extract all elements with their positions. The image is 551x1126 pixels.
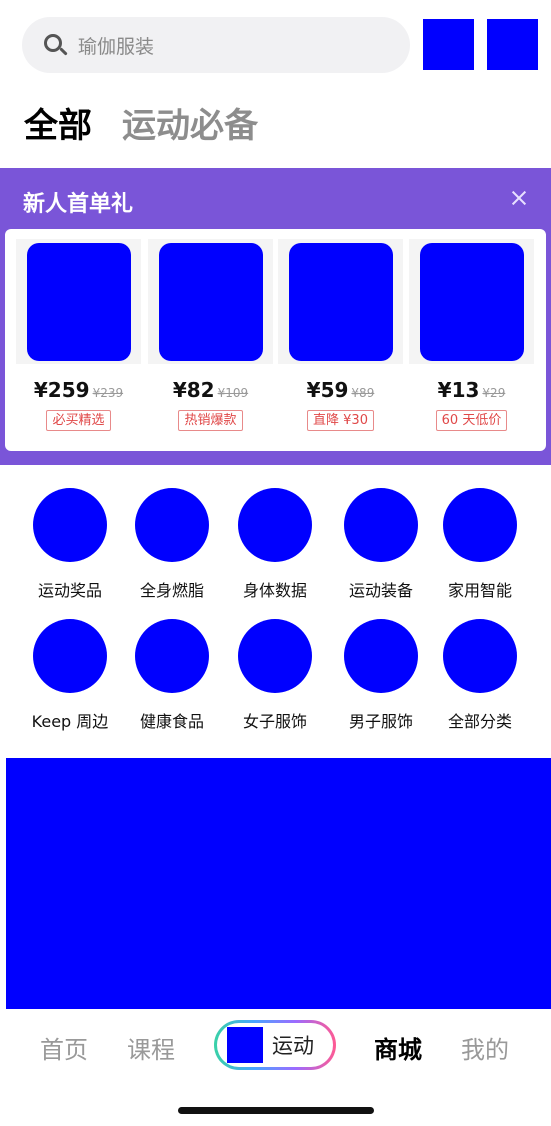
product-tag: 60 天低价 <box>435 410 508 431</box>
nav-me[interactable]: 我的 <box>461 1030 509 1065</box>
category-item[interactable]: 女子服饰 <box>225 619 325 732</box>
bottom-nav: 首页 课程 运动 商城 我的 <box>0 1012 551 1082</box>
product-image <box>26 242 131 361</box>
product-image <box>288 242 393 361</box>
category-label: 全身燃脂 <box>139 581 204 600</box>
top-action-button-1[interactable] <box>423 19 474 70</box>
category-item[interactable]: 运动奖品 <box>20 488 120 601</box>
category-label: 男子服饰 <box>348 712 413 731</box>
product-image-frame <box>278 239 403 364</box>
product-price: ¥59 <box>306 378 349 402</box>
top-bar: 瑜伽服装 <box>22 17 538 73</box>
category-label: 家用智能 <box>447 581 512 600</box>
category-item[interactable]: 全部分类 <box>430 619 530 732</box>
nav-sport[interactable]: 运动 <box>214 1020 336 1070</box>
product-old-price: ¥89 <box>351 386 375 400</box>
category-icon <box>344 619 418 693</box>
category-icon <box>443 619 517 693</box>
product-tag: 直降 ¥30 <box>307 410 374 431</box>
category-icon <box>33 488 107 562</box>
search-input[interactable]: 瑜伽服装 <box>22 17 410 73</box>
price-row: ¥13 ¥29 <box>438 378 506 402</box>
price-row: ¥59 ¥89 <box>307 378 375 402</box>
category-icon <box>135 488 209 562</box>
category-label: 女子服饰 <box>242 712 307 731</box>
category-icon <box>238 619 312 693</box>
search-placeholder: 瑜伽服装 <box>78 35 155 58</box>
nav-courses[interactable]: 课程 <box>127 1030 175 1065</box>
price-row: ¥82 ¥109 <box>173 378 248 402</box>
promo-title: 新人首单礼 <box>23 192 134 217</box>
promo-product-list: ¥259 ¥239 必买精选 ¥82 ¥109 热销爆款 ¥59 ¥89 直降 … <box>5 229 546 451</box>
category-label: Keep 周边 <box>31 712 109 731</box>
nav-home[interactable]: 首页 <box>40 1030 88 1065</box>
category-icon <box>238 488 312 562</box>
category-item[interactable]: 家用智能 <box>430 488 530 601</box>
nav-sport-inner: 运动 <box>217 1023 333 1067</box>
product-image <box>419 242 524 361</box>
sport-icon <box>227 1027 263 1063</box>
promo-product[interactable]: ¥259 ¥239 必买精选 <box>16 239 141 435</box>
product-image-frame <box>148 239 273 364</box>
category-label: 运动奖品 <box>37 581 102 600</box>
product-price: ¥82 <box>172 378 215 402</box>
tab-all[interactable]: 全部 <box>24 106 92 146</box>
home-indicator <box>178 1107 374 1114</box>
product-price: ¥13 <box>437 378 480 402</box>
product-old-price: ¥29 <box>482 386 506 400</box>
tab-sport-essentials[interactable]: 运动必备 <box>122 106 258 146</box>
category-item[interactable]: 运动装备 <box>331 488 431 601</box>
promo-product[interactable]: ¥82 ¥109 热销爆款 <box>148 239 273 435</box>
promo-product[interactable]: ¥13 ¥29 60 天低价 <box>409 239 534 435</box>
category-item[interactable]: 全身燃脂 <box>122 488 222 601</box>
featured-content[interactable] <box>6 758 551 1009</box>
product-tag: 热销爆款 <box>178 410 243 431</box>
category-icon <box>135 619 209 693</box>
product-price: ¥259 <box>33 378 90 402</box>
category-label: 全部分类 <box>447 712 512 731</box>
close-icon[interactable] <box>509 186 529 210</box>
product-old-price: ¥109 <box>217 386 249 400</box>
top-action-button-2[interactable] <box>487 19 538 70</box>
product-image <box>158 242 263 361</box>
product-image-frame <box>409 239 534 364</box>
category-icon <box>443 488 517 562</box>
product-old-price: ¥239 <box>92 386 124 400</box>
product-tag: 必买精选 <box>46 410 111 431</box>
category-item[interactable]: 身体数据 <box>225 488 325 601</box>
nav-mall[interactable]: 商城 <box>374 1030 422 1065</box>
category-item[interactable]: Keep 周边 <box>20 619 120 732</box>
nav-sport-label: 运动 <box>272 1034 314 1058</box>
category-label: 身体数据 <box>242 581 307 600</box>
category-label: 健康食品 <box>139 712 204 731</box>
category-label: 运动装备 <box>348 581 413 600</box>
category-item[interactable]: 健康食品 <box>122 619 222 732</box>
search-icon <box>42 32 68 58</box>
category-item[interactable]: 男子服饰 <box>331 619 431 732</box>
category-icon <box>33 619 107 693</box>
promo-product[interactable]: ¥59 ¥89 直降 ¥30 <box>278 239 403 435</box>
page: 瑜伽服装 全部 运动必备 新人首单礼 ¥259 ¥239 必买精选 ¥82 ¥1… <box>0 0 551 1126</box>
category-tabs: 全部 运动必备 <box>24 106 288 146</box>
category-icon <box>344 488 418 562</box>
product-image-frame <box>16 239 141 364</box>
new-user-promo: 新人首单礼 ¥259 ¥239 必买精选 ¥82 ¥109 热销爆款 ¥59 ¥… <box>0 168 551 465</box>
price-row: ¥259 ¥239 <box>34 378 123 402</box>
